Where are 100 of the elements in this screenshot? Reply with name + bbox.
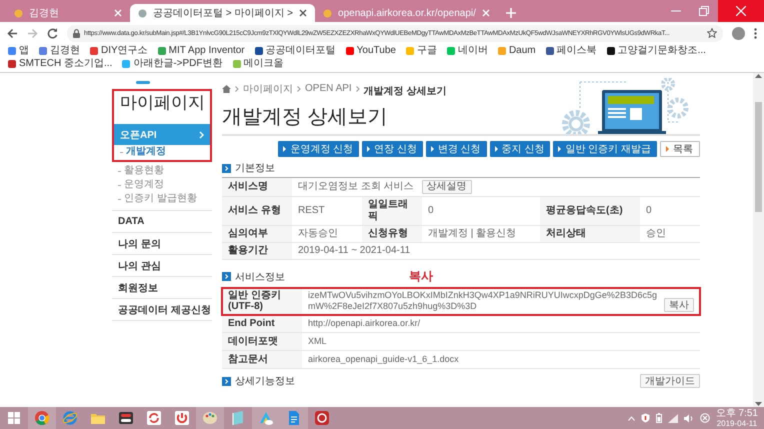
nav-item[interactable]: 회원정보 [112,277,212,299]
palette-icon[interactable] [202,410,218,426]
breadcrumb-link[interactable]: 마이페이지 [243,82,293,96]
power-ring-icon[interactable] [174,410,190,426]
field-label: 신청유형 [362,226,422,243]
nav-item[interactable]: DATA [112,211,212,233]
action-button[interactable]: 변경 신청 [426,141,487,157]
windows-logo-icon[interactable] [6,410,22,426]
nav-subitem[interactable]: 운영계정 [112,178,212,192]
nav-item[interactable]: 나의 문의 [112,233,212,255]
scrollbar-thumb[interactable] [755,102,762,212]
field-value: http://openapi.airkorea.or.kr/ [302,315,700,333]
forward-arrow-icon[interactable] [27,28,38,38]
chevron-square-icon [222,376,231,386]
bookmark-link[interactable]: 페이스북 [546,45,597,57]
action-button[interactable]: 일반 인증키 재발급 [553,141,657,157]
volume-icon[interactable] [684,414,694,422]
section-heading: 상세기능정보 [235,375,295,388]
nav-item[interactable]: 공공데이터 제공신청 [112,299,212,321]
detail-button[interactable]: 상세설명 [422,180,472,194]
action-button[interactable]: 중지 신청 [490,141,550,157]
bookmark-link[interactable]: 메이크올 [232,58,284,70]
restore-icon[interactable] [699,6,709,16]
breadcrumb-link[interactable]: 개발계정 상세보기 [364,84,446,98]
ring-logo-icon[interactable] [34,410,50,426]
record-app-icon[interactable] [314,410,330,426]
chevron-right-icon [356,86,360,92]
chevron-right-icon [297,86,301,92]
arrow-up-icon[interactable] [755,73,762,78]
toggle-switch-icon[interactable] [118,410,134,426]
page-icon [323,8,332,18]
shield-icon[interactable] [640,413,650,423]
section-heading: 기본정보 [235,162,275,175]
field-label: 일일트래픽 [362,197,422,226]
browser-tab[interactable]: 공공데이터포털 > 마이페이지 > [130,4,316,22]
nav-subitem[interactable]: 개발계정 [114,145,210,159]
home-icon[interactable] [222,84,231,92]
field-label: 일반 인증키 (UTF-8) [222,288,302,315]
bookmark-link[interactable]: DIY연구소 [90,45,148,57]
new-tab-icon[interactable] [506,8,516,18]
chevron-right-icon [199,130,204,138]
bookmark-link[interactable]: SMTECH 중소기업... [8,58,112,70]
bookmark-link[interactable]: 고양걸기문화창조... [606,45,706,57]
bookmark-link[interactable]: 공공데이터포털 [254,45,336,57]
page-icon [138,8,147,18]
list-button[interactable]: 목록 [660,141,700,157]
caret-up-icon[interactable] [628,416,635,420]
section-heading: 서비스정보 [235,270,285,284]
bookmark-link[interactable]: 앱 [8,45,29,57]
field-label: 서비스명 [222,178,292,197]
scrollbar[interactable] [753,73,764,407]
guide-button[interactable]: 개발가이드 [640,374,700,388]
page-icon [14,8,23,18]
action-button[interactable]: 운영계정 신청 [278,141,360,157]
bookmark-link[interactable]: MIT App Inventor [158,45,245,57]
chevron-square-icon [222,164,231,172]
field-value: 승인 [640,226,700,243]
bookmark-link[interactable]: 아래한글->PDF변환 [122,58,223,70]
action-button[interactable]: 연장 신청 [362,141,423,157]
bookmark-link[interactable]: 구글 [406,45,437,57]
chevron-right-icon [235,86,239,92]
bookmark-link[interactable]: 네이버 [446,45,488,57]
sync-arrows-icon[interactable] [146,410,162,426]
bookmark-link[interactable]: 김경현 [39,45,80,57]
arrow-down-icon[interactable] [755,402,762,407]
close-icon[interactable] [299,9,308,17]
field-value: 0 [640,197,700,226]
cloud-app-icon[interactable] [258,410,274,426]
star-icon[interactable] [707,28,717,38]
document-icon[interactable] [286,410,302,426]
field-label: 서비스 유형 [222,197,292,226]
nav-subitem[interactable]: 활용현황 [112,164,212,178]
accent-bar [136,81,150,84]
bookmark-link[interactable]: YouTube [346,45,396,57]
breadcrumb-link[interactable]: OPEN API [305,83,352,94]
field-label: 데이터포맷 [222,333,302,351]
battery-icon[interactable] [656,413,662,423]
bookmark-link[interactable]: Daum [498,45,536,57]
page-title: 개발계정 상세보기 [222,105,389,130]
field-value: airkorea_openapi_guide-v1_6_1.docx [302,351,700,369]
field-label: 평균응답속도(초) [540,197,640,226]
back-arrow-icon[interactable] [7,28,18,38]
globe-ring-icon[interactable] [62,410,78,426]
field-label: 심의여부 [222,226,292,243]
field-value: XML [302,333,700,351]
chevron-square-icon [222,272,231,281]
nav-subitem[interactable]: 인증키 발급현황 [112,192,212,206]
profile-avatar[interactable] [732,26,745,40]
field-value: 2019-04-11 ~ 2021-04-11 [292,243,700,260]
menu-icon[interactable] [754,28,757,38]
field-label: 처리상태 [540,226,640,243]
notebook-icon[interactable] [230,410,246,426]
page-heading: 마이페이지 [119,92,206,114]
reload-icon[interactable] [47,28,58,38]
field-label: 활용기간 [222,243,292,260]
signal-icon[interactable] [668,414,678,422]
copy-button[interactable]: 복사 [664,298,694,312]
notification-icon[interactable] [700,413,710,423]
lock-icon [73,28,80,38]
nav-item[interactable]: 나의 관심 [112,255,212,277]
